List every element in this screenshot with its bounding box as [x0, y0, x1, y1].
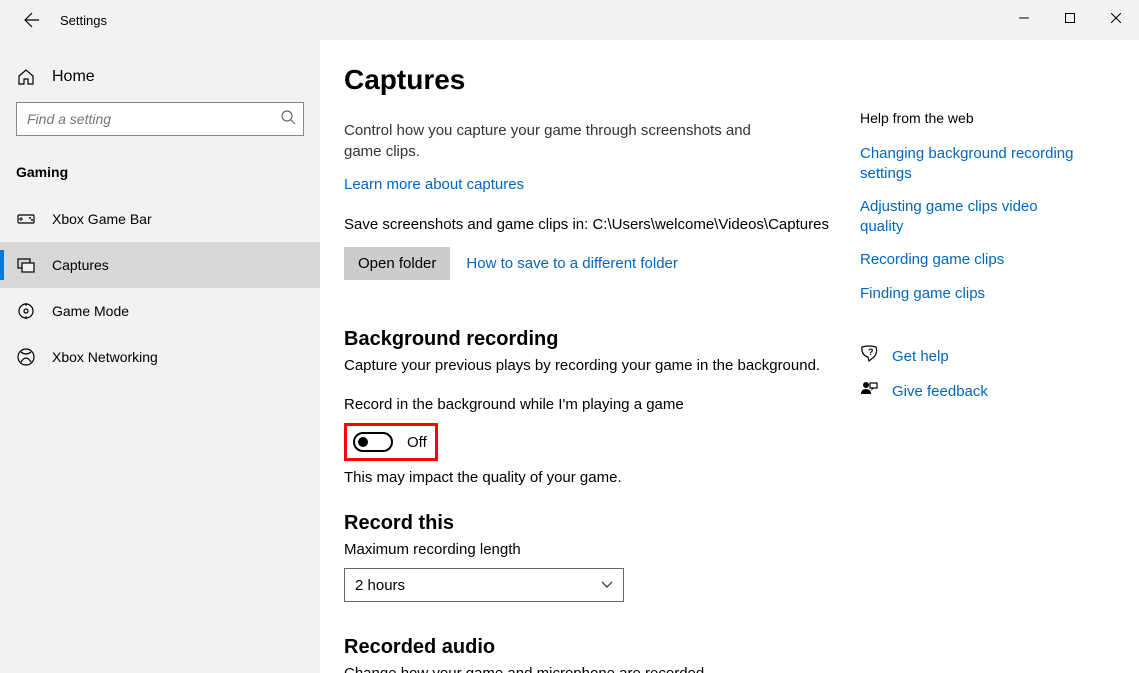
- record-this-heading: Record this: [344, 512, 854, 535]
- record-length-value: 2 hours: [355, 577, 405, 594]
- recorded-audio-heading: Recorded audio: [344, 636, 854, 659]
- page-title: Captures: [344, 64, 854, 96]
- game-bar-icon: [16, 212, 36, 226]
- save-path-text: Save screenshots and game clips in: C:\U…: [344, 216, 854, 233]
- record-length-select[interactable]: 2 hours: [344, 568, 624, 602]
- sidebar-item-game-mode[interactable]: Game Mode: [0, 288, 320, 334]
- back-button[interactable]: [16, 4, 48, 36]
- minimize-icon: [1019, 13, 1029, 23]
- content-area: Captures Control how you capture your ga…: [320, 40, 1139, 673]
- bg-toggle[interactable]: [353, 432, 393, 452]
- bg-recording-heading: Background recording: [344, 328, 854, 351]
- intro-text: Control how you capture your game throug…: [344, 120, 784, 162]
- home-icon: [16, 68, 36, 86]
- search-input[interactable]: [16, 102, 304, 136]
- chevron-down-icon: [601, 581, 613, 589]
- sidebar-item-xbox-game-bar[interactable]: Xbox Game Bar: [0, 196, 320, 242]
- maximize-button[interactable]: [1047, 0, 1093, 36]
- record-length-select-wrap: 2 hours: [344, 568, 624, 602]
- sidebar-item-label: Xbox Networking: [52, 349, 158, 365]
- close-button[interactable]: [1093, 0, 1139, 36]
- help-link-finding[interactable]: Finding game clips: [860, 284, 1080, 304]
- bg-toggle-highlight: Off: [344, 423, 438, 461]
- save-path-value: C:\Users\welcome\Videos\Captures: [592, 216, 828, 233]
- recorded-audio-desc: Change how your game and microphone are …: [344, 665, 854, 673]
- xbox-icon: [16, 348, 36, 366]
- main-column: Captures Control how you capture your ga…: [344, 64, 854, 673]
- help-link-video-quality[interactable]: Adjusting game clips video quality: [860, 197, 1080, 236]
- home-label: Home: [52, 68, 95, 86]
- game-mode-icon: [16, 302, 36, 320]
- bg-toggle-state: Off: [407, 434, 427, 451]
- bg-hint: This may impact the quality of your game…: [344, 469, 854, 486]
- bg-toggle-label: Record in the background while I'm playi…: [344, 396, 854, 413]
- window-title: Settings: [60, 13, 107, 28]
- sidebar-item-home[interactable]: Home: [0, 60, 320, 94]
- window-controls: [1001, 0, 1139, 36]
- feedback-icon: [860, 380, 878, 403]
- sidebar-section-header: Gaming: [0, 156, 320, 196]
- titlebar: Settings: [0, 0, 1139, 40]
- diff-folder-link[interactable]: How to save to a different folder: [466, 255, 678, 272]
- learn-more-link[interactable]: Learn more about captures: [344, 176, 524, 193]
- help-header: Help from the web: [860, 110, 1139, 126]
- give-feedback-link: Give feedback: [892, 383, 988, 400]
- help-link-recording[interactable]: Recording game clips: [860, 250, 1080, 270]
- give-feedback-row[interactable]: Give feedback: [860, 380, 1139, 403]
- captures-icon: [16, 257, 36, 273]
- get-help-link: Get help: [892, 348, 949, 365]
- arrow-left-icon: [24, 12, 40, 28]
- right-column: Help from the web Changing background re…: [854, 64, 1139, 673]
- search-box: [16, 102, 304, 136]
- folder-row: Open folder How to save to a different f…: [344, 247, 854, 280]
- help-icon: ?: [860, 345, 878, 368]
- bg-recording-desc: Capture your previous plays by recording…: [344, 357, 854, 374]
- svg-text:?: ?: [868, 347, 874, 357]
- record-length-label: Maximum recording length: [344, 541, 854, 558]
- get-help-row[interactable]: ? Get help: [860, 345, 1139, 368]
- sidebar-item-label: Captures: [52, 257, 109, 273]
- minimize-button[interactable]: [1001, 0, 1047, 36]
- search-icon: [280, 109, 296, 130]
- sidebar-item-xbox-networking[interactable]: Xbox Networking: [0, 334, 320, 380]
- sidebar-item-label: Game Mode: [52, 303, 129, 319]
- sidebar-item-captures[interactable]: Captures: [0, 242, 320, 288]
- sidebar: Home Gaming Xbox Game Bar Captures Game …: [0, 40, 320, 673]
- open-folder-button[interactable]: Open folder: [344, 247, 450, 280]
- close-icon: [1111, 13, 1121, 23]
- maximize-icon: [1065, 13, 1075, 23]
- help-link-bg-settings[interactable]: Changing background recording settings: [860, 144, 1080, 183]
- sidebar-item-label: Xbox Game Bar: [52, 211, 152, 227]
